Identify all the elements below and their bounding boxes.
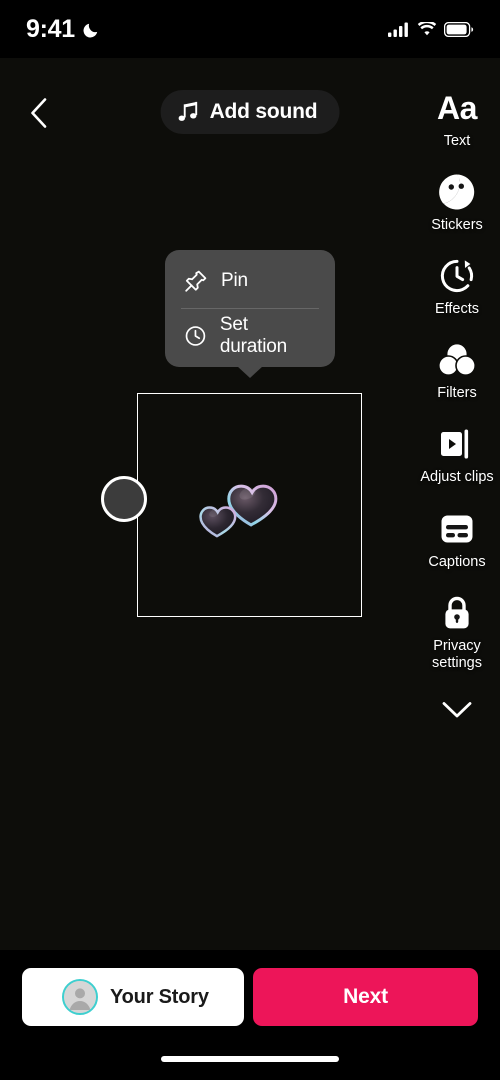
- user-avatar-icon: [62, 979, 98, 1015]
- action-buttons: Your Story Next: [22, 968, 478, 1026]
- tool-stickers-label: Stickers: [431, 217, 483, 234]
- resize-handle[interactable]: [101, 476, 147, 522]
- clock-icon: [185, 326, 206, 346]
- tool-filters[interactable]: Filters: [414, 340, 500, 402]
- sticker-smiley-icon: [437, 172, 477, 212]
- tool-privacy-settings-label: Privacy settings: [432, 637, 482, 671]
- cellular-signal-icon: [388, 22, 408, 37]
- status-bar-right: [388, 21, 474, 37]
- add-sound-button[interactable]: Add sound: [160, 90, 340, 134]
- chevron-down-icon: [442, 701, 472, 718]
- lock-icon: [437, 593, 477, 633]
- effects-timer-icon: [437, 256, 477, 296]
- captions-icon: [437, 509, 477, 549]
- menu-pointer-tail: [237, 366, 263, 378]
- filters-circles-icon: [437, 340, 477, 380]
- video-editor-screen: 9:41 Add sound Aa Text Stickers Effects …: [0, 0, 500, 1080]
- tool-adjust-clips-label: Adjust clips: [420, 469, 494, 486]
- menu-item-pin-label: Pin: [221, 270, 248, 291]
- tool-effects-label: Effects: [434, 301, 480, 318]
- pin-icon: [185, 270, 207, 292]
- status-bar: 9:41: [0, 0, 500, 58]
- tool-effects[interactable]: Effects: [414, 256, 500, 318]
- tool-captions-label: Captions: [428, 553, 486, 570]
- battery-icon: [444, 21, 474, 37]
- next-label: Next: [343, 985, 388, 1008]
- add-sound-label: Add sound: [209, 100, 318, 123]
- sticker-context-menu: Pin Set duration: [165, 250, 335, 378]
- music-note-icon: [178, 101, 198, 121]
- sticker-selection-frame[interactable]: [137, 393, 362, 617]
- tool-captions[interactable]: Captions: [414, 509, 500, 571]
- status-bar-left: 9:41: [26, 15, 101, 44]
- back-button[interactable]: [18, 92, 58, 134]
- wifi-icon: [417, 21, 437, 35]
- moon-icon: [83, 23, 98, 37]
- home-indicator: [161, 1056, 339, 1062]
- menu-item-set-duration[interactable]: Set duration: [165, 309, 335, 363]
- chevron-left-icon: [30, 98, 46, 128]
- tool-rail: Aa Text Stickers Effects Filters Adjust …: [414, 88, 500, 730]
- adjust-clips-icon: [437, 424, 477, 464]
- collapse-toolrail-button[interactable]: [414, 690, 500, 730]
- menu-item-set-duration-label: Set duration: [219, 314, 287, 357]
- tool-stickers[interactable]: Stickers: [414, 172, 500, 234]
- tool-privacy-settings[interactable]: Privacy settings: [414, 593, 500, 672]
- bottom-action-bar: Your Story Next: [0, 950, 500, 1080]
- your-story-button[interactable]: Your Story: [22, 968, 244, 1026]
- next-button[interactable]: Next: [253, 968, 478, 1026]
- tool-filters-label: Filters: [437, 385, 477, 402]
- your-story-label: Your Story: [110, 985, 209, 1008]
- status-bar-time: 9:41: [26, 14, 75, 43]
- editor-header: Add sound: [0, 90, 500, 138]
- tool-adjust-clips[interactable]: Adjust clips: [414, 424, 500, 486]
- menu-item-pin[interactable]: Pin: [165, 254, 335, 308]
